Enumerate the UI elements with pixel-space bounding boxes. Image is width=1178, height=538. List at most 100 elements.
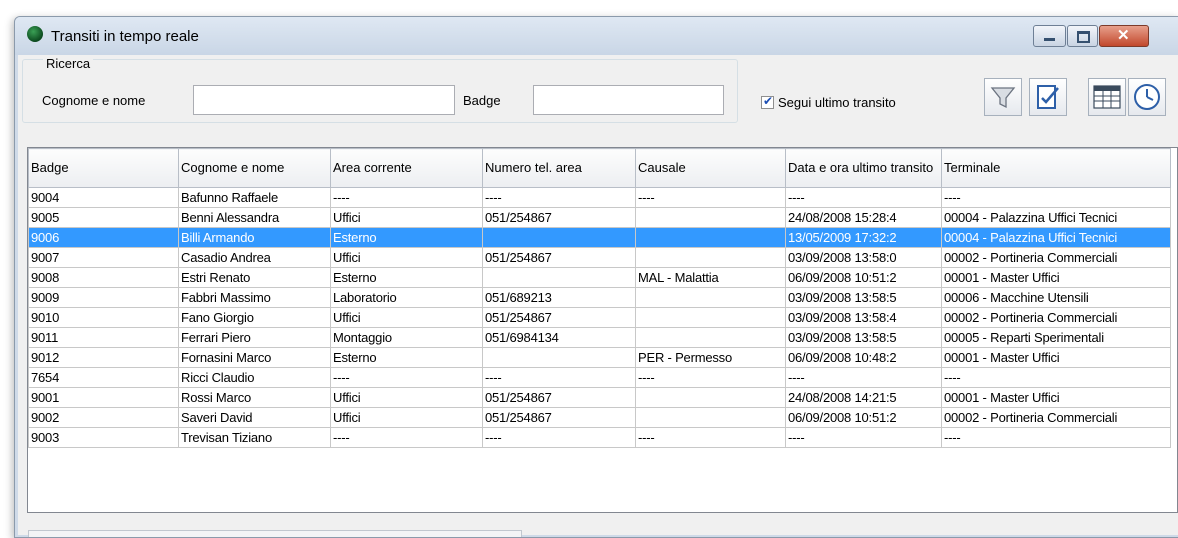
- edit-button[interactable]: [1029, 78, 1067, 116]
- table-cell: 051/254867: [482, 307, 636, 328]
- table-row[interactable]: 9004 Bafunno Raffaele ---- ---- ---- ---- ----: [28, 187, 1171, 208]
- table-cell: 051/254867: [482, 247, 636, 268]
- table-cell: Benni Alessandra: [178, 207, 331, 228]
- table-cell: 9002: [28, 407, 179, 428]
- transits-grid[interactable]: Badge Cognome e nome Area corrente Numero t…: [27, 147, 1178, 513]
- table-cell: 06/09/2008 10:51:2: [785, 407, 942, 428]
- table-cell: 051/6984134: [482, 327, 636, 348]
- table-row[interactable]: 7654 Ricci Claudio ---- ---- ---- ---- ----: [28, 367, 1171, 388]
- table-cell: 7654: [28, 367, 179, 388]
- table-cell: 00005 - Reparti Sperimentali: [941, 327, 1171, 348]
- name-label: Cognome e nome: [42, 93, 146, 108]
- table-cell: Fabbri Massimo: [178, 287, 331, 308]
- table-cell: Esterno: [330, 347, 483, 368]
- maximize-icon: [1077, 31, 1090, 43]
- app-icon: [27, 26, 43, 42]
- table-cell: 9012: [28, 347, 179, 368]
- table-cell: Bafunno Raffaele: [178, 187, 331, 208]
- close-button[interactable]: ✕: [1099, 25, 1149, 47]
- column-header[interactable]: Causale: [635, 148, 786, 188]
- column-header[interactable]: Terminale: [941, 148, 1171, 188]
- badge-search-input[interactable]: [533, 85, 724, 115]
- table-cell: Casadio Andrea: [178, 247, 331, 268]
- table-cell: 9008: [28, 267, 179, 288]
- table-row[interactable]: 9007 Casadio Andrea Uffici 051/254867 03/09/…: [28, 247, 1171, 268]
- title-bar[interactable]: Transiti in tempo reale ✕: [15, 17, 1178, 55]
- table-cell: 00001 - Master Uffici: [941, 387, 1171, 408]
- follow-last-checkbox[interactable]: ✔: [761, 94, 774, 109]
- table-row[interactable]: 9008 Estri Renato Esterno MAL - Malattia 06/…: [28, 267, 1171, 288]
- table-cell: 051/254867: [482, 387, 636, 408]
- clock-button[interactable]: [1128, 78, 1166, 116]
- table-row[interactable]: 9001 Rossi Marco Uffici 051/254867 24/08/200…: [28, 387, 1171, 408]
- table-cell: Laboratorio: [330, 287, 483, 308]
- header-row: Badge Cognome e nome Area corrente Numero t…: [28, 148, 1171, 188]
- table-row[interactable]: 9012 Fornasini Marco Esterno PER - Permesso…: [28, 347, 1171, 368]
- table-cell: 9001: [28, 387, 179, 408]
- table-cell: ----: [941, 187, 1171, 208]
- table-row[interactable]: 9006 Billi Armando Esterno 13/05/2009 17:32…: [28, 227, 1171, 248]
- table-cell: Estri Renato: [178, 267, 331, 288]
- minimize-icon: [1044, 38, 1055, 41]
- search-legend: Ricerca: [43, 56, 94, 71]
- table-cell: [635, 307, 786, 328]
- name-search-input[interactable]: [193, 85, 455, 115]
- column-header[interactable]: Cognome e nome: [178, 148, 331, 188]
- table-cell: 03/09/2008 13:58:4: [785, 307, 942, 328]
- table-cell: [635, 387, 786, 408]
- table-cell: 00002 - Portineria Commerciali: [941, 407, 1171, 428]
- table-cell: 00001 - Master Uffici: [941, 267, 1171, 288]
- table-cell: 24/08/2008 15:28:4: [785, 207, 942, 228]
- maximize-button[interactable]: [1067, 25, 1098, 47]
- table-row[interactable]: 9009 Fabbri Massimo Laboratorio 051/689213 0…: [28, 287, 1171, 308]
- filter-button[interactable]: [984, 78, 1022, 116]
- table-cell: ----: [785, 187, 942, 208]
- follow-last-label[interactable]: Segui ultimo transito: [778, 95, 896, 110]
- table-cell: ----: [330, 367, 483, 388]
- filter-icon: [990, 87, 1016, 109]
- table-row[interactable]: 9003 Trevisan Tiziano ---- ---- ---- ---- ----: [28, 427, 1171, 448]
- table-row[interactable]: 9005 Benni Alessandra Uffici 051/254867 24/0…: [28, 207, 1171, 228]
- table-cell: 00004 - Palazzina Uffici Tecnici: [941, 227, 1171, 248]
- clock-icon: [1134, 84, 1160, 110]
- table-cell: ----: [482, 427, 636, 448]
- table-cell: 9011: [28, 327, 179, 348]
- table-cell: Montaggio: [330, 327, 483, 348]
- table-cell: 9007: [28, 247, 179, 268]
- table-cell: 03/09/2008 13:58:5: [785, 327, 942, 348]
- table-cell: ----: [635, 187, 786, 208]
- table-cell: [635, 247, 786, 268]
- column-header[interactable]: Data e ora ultimo transito: [785, 148, 942, 188]
- table-cell: 06/09/2008 10:48:2: [785, 347, 942, 368]
- table-cell: 051/254867: [482, 407, 636, 428]
- column-header[interactable]: Area corrente: [330, 148, 483, 188]
- column-header[interactable]: Badge: [28, 148, 179, 188]
- table-row[interactable]: 9011 Ferrari Piero Montaggio 051/6984134 03/…: [28, 327, 1171, 348]
- table-cell: [635, 407, 786, 428]
- table-cell: [482, 227, 636, 248]
- table-cell: Uffici: [330, 387, 483, 408]
- minimize-button[interactable]: [1033, 25, 1066, 47]
- table-cell: Uffici: [330, 207, 483, 228]
- table-row[interactable]: 9010 Fano Giorgio Uffici 051/254867 03/09/20…: [28, 307, 1171, 328]
- table-cell: PER - Permesso: [635, 347, 786, 368]
- report-button[interactable]: [1088, 78, 1126, 116]
- table-cell: 9009: [28, 287, 179, 308]
- table-cell: MAL - Malattia: [635, 267, 786, 288]
- table-cell: 00002 - Portineria Commerciali: [941, 307, 1171, 328]
- close-icon: ✕: [1117, 27, 1130, 44]
- table-cell: ----: [330, 187, 483, 208]
- report-table-icon: [1093, 85, 1121, 109]
- transits-table: Badge Cognome e nome Area corrente Numero t…: [28, 148, 1171, 448]
- table-row[interactable]: 9002 Saveri David Uffici 051/254867 06/09/20…: [28, 407, 1171, 428]
- table-cell: Uffici: [330, 247, 483, 268]
- table-cell: Billi Armando: [178, 227, 331, 248]
- table-cell: 03/09/2008 13:58:5: [785, 287, 942, 308]
- table-cell: [635, 227, 786, 248]
- table-cell: 9006: [28, 227, 179, 248]
- table-cell: ----: [482, 187, 636, 208]
- column-header[interactable]: Numero tel. area: [482, 148, 636, 188]
- table-cell: 03/09/2008 13:58:0: [785, 247, 942, 268]
- table-cell: Fano Giorgio: [178, 307, 331, 328]
- table-cell: ----: [941, 367, 1171, 388]
